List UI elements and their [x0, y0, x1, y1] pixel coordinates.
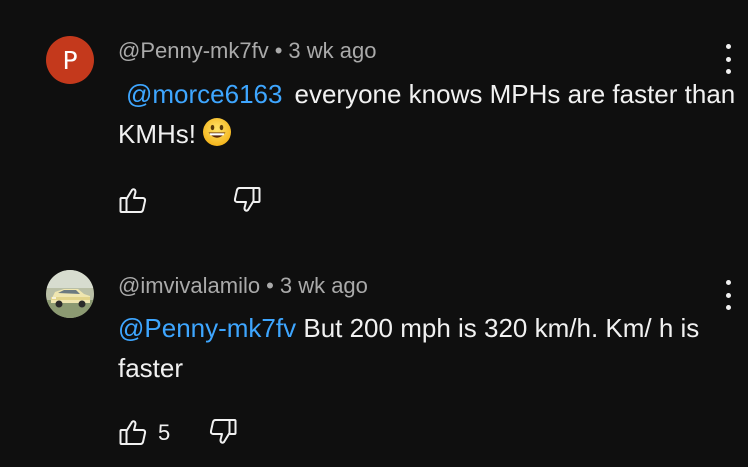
comment-timestamp[interactable]: 3 wk ago: [280, 273, 368, 298]
comment-timestamp[interactable]: 3 wk ago: [288, 38, 376, 63]
thumbs-up-icon: [118, 417, 148, 450]
comment-menu-button[interactable]: [718, 44, 738, 74]
avatar[interactable]: P: [46, 36, 94, 84]
comment: @imvivalamilo • 3 wk ago @Penny-mk7fv But …: [0, 240, 748, 467]
mention-link[interactable]: @Penny-mk7fv: [118, 313, 296, 343]
comment-username[interactable]: @imvivalamilo: [118, 273, 260, 298]
comment-meta: @imvivalamilo • 3 wk ago: [118, 273, 368, 299]
thumbs-up-icon: [118, 185, 148, 218]
comment-meta: @Penny-mk7fv • 3 wk ago: [118, 38, 376, 64]
comment-actions: 5: [118, 416, 238, 450]
comment-text: @Penny-mk7fv But 200 mph is 320 km/h. Km…: [118, 308, 728, 388]
comment-username[interactable]: @Penny-mk7fv: [118, 38, 269, 63]
avatar-letter: P: [62, 45, 78, 75]
like-count: 5: [158, 420, 171, 445]
comment-text: @morce6163 everyone knows MPHs are faster…: [118, 74, 738, 158]
like-button[interactable]: [118, 185, 148, 218]
dislike-button[interactable]: [208, 417, 238, 450]
like-button[interactable]: 5: [118, 417, 170, 450]
meta-separator: •: [266, 273, 274, 298]
avatar[interactable]: [46, 270, 94, 318]
dislike-button[interactable]: [232, 185, 262, 218]
thumbs-down-icon: [208, 417, 238, 450]
meta-separator: •: [274, 38, 283, 63]
comment-menu-button[interactable]: [718, 280, 738, 310]
comment: P @Penny-mk7fv • 3 wk ago @morce6163 everyo…: [0, 0, 748, 240]
car-photo: [46, 270, 94, 318]
mention-link[interactable]: @morce6163: [126, 79, 282, 109]
comment-actions: [118, 184, 262, 218]
thumbs-down-icon: [232, 185, 262, 218]
grinning-face-emoji: [202, 117, 232, 158]
